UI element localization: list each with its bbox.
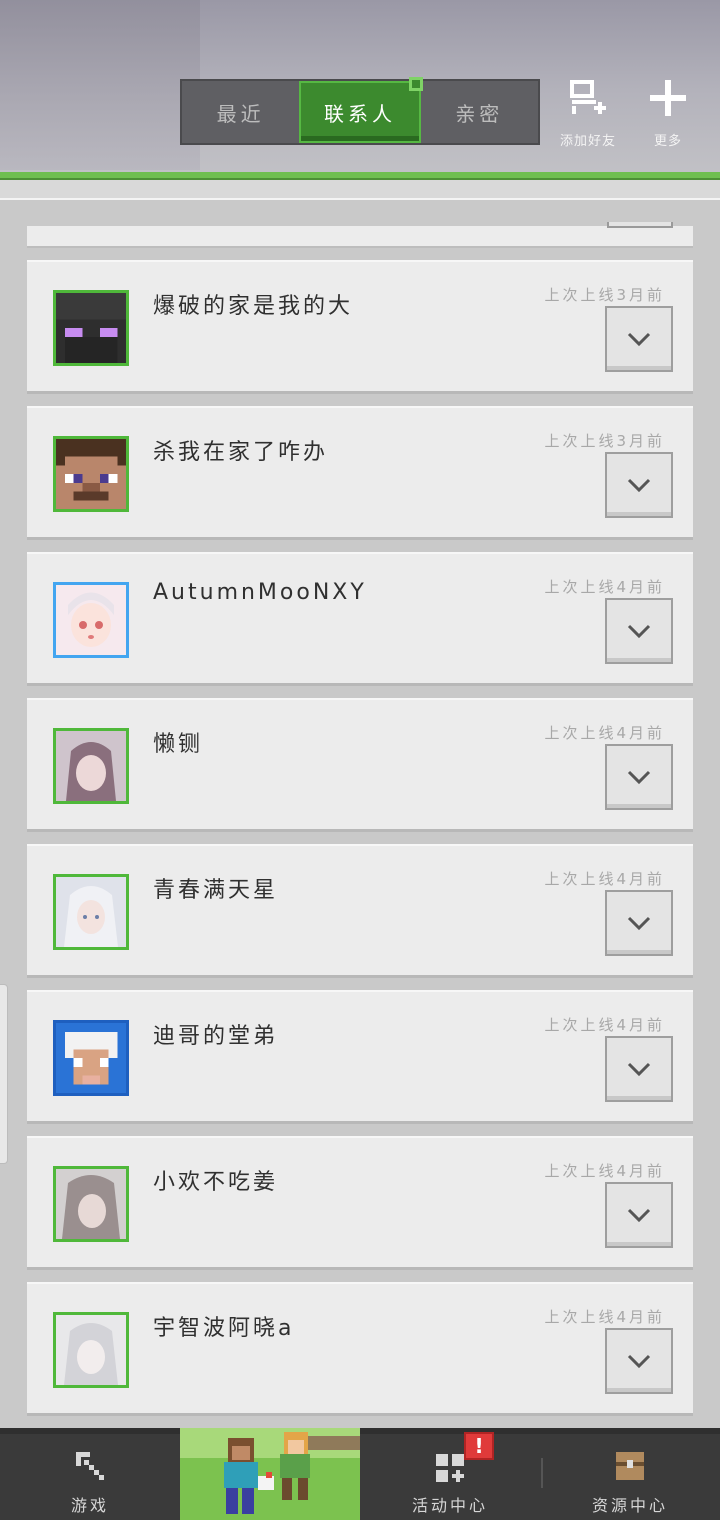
- contact-card[interactable]: 懒铡 上次上线4月前: [27, 698, 693, 832]
- expand-dropdown-button[interactable]: [605, 1036, 673, 1102]
- contact-name: 小欢不吃姜: [153, 1170, 279, 1195]
- chevron-down-icon: [627, 770, 651, 785]
- tab-contacts[interactable]: 联系人: [299, 77, 423, 143]
- last-online-status: 上次上线3月前: [544, 286, 665, 304]
- tab-contacts-label: 联系人: [323, 101, 396, 126]
- contact-name: 迪哥的堂弟: [153, 1024, 279, 1049]
- contact-card-partial: [27, 222, 693, 248]
- last-online-status: 上次上线4月前: [544, 870, 665, 888]
- add-friend-icon: [568, 78, 608, 118]
- last-online-status: 上次上线4月前: [544, 578, 665, 596]
- chevron-down-icon: [627, 1062, 651, 1077]
- expand-dropdown-button[interactable]: [605, 598, 673, 664]
- chevron-down-icon: [627, 478, 651, 493]
- pickaxe-icon: [70, 1446, 110, 1486]
- enderman-icon: [53, 290, 129, 366]
- side-drawer-handle[interactable]: [0, 984, 8, 1164]
- add-friend-label: 添加好友: [559, 134, 616, 149]
- contact-card[interactable]: 青春满天星 上次上线4月前: [27, 844, 693, 978]
- chevron-down-icon: [627, 332, 651, 347]
- tab-recent[interactable]: 最近: [182, 81, 299, 143]
- alert-badge-icon: !: [464, 1432, 494, 1460]
- tab-intimate[interactable]: 亲密: [421, 81, 538, 143]
- dropdown-button-partial: [607, 222, 673, 228]
- contact-list[interactable]: 爆破的家是我的大 上次上线3月前 杀我在家了咋办 上次上线3月前 AutumnM…: [0, 200, 720, 1428]
- anime-girl-icon: [53, 582, 129, 658]
- bottom-nav: 游戏 ! 活动中心 资源中心: [0, 1428, 720, 1520]
- more-label: 更多: [653, 134, 682, 149]
- header-underbar: [0, 180, 720, 200]
- nav-resource-center[interactable]: 资源中心: [540, 1434, 720, 1520]
- contact-name: 懒铡: [153, 732, 204, 757]
- expand-dropdown-button[interactable]: [605, 744, 673, 810]
- contact-card[interactable]: 爆破的家是我的大 上次上线3月前: [27, 260, 693, 394]
- tab-notch-decoration: [408, 77, 423, 91]
- last-online-status: 上次上线4月前: [544, 724, 665, 742]
- contact-name: 青春满天星: [153, 878, 279, 903]
- contact-name: 爆破的家是我的大: [153, 294, 354, 319]
- expand-dropdown-button[interactable]: [605, 1328, 673, 1394]
- contact-card[interactable]: 小欢不吃姜 上次上线4月前: [27, 1136, 693, 1270]
- last-online-status: 上次上线4月前: [544, 1308, 665, 1326]
- last-online-status: 上次上线3月前: [544, 432, 665, 450]
- steve-icon: [53, 436, 129, 512]
- anime-portrait-icon: [53, 1166, 129, 1242]
- last-online-status: 上次上线4月前: [544, 1162, 665, 1180]
- contact-tabs: 最近 联系人 亲密: [180, 77, 540, 145]
- plus-icon: [648, 78, 688, 118]
- chevron-down-icon: [627, 1208, 651, 1223]
- expand-dropdown-button[interactable]: [605, 890, 673, 956]
- expand-dropdown-button[interactable]: [605, 306, 673, 372]
- anime-portrait-icon: [53, 874, 129, 950]
- chest-icon: [610, 1446, 650, 1486]
- expand-dropdown-button[interactable]: [605, 1182, 673, 1248]
- chevron-down-icon: [627, 1354, 651, 1369]
- nav-activity-center[interactable]: ! 活动中心: [360, 1432, 540, 1520]
- nav-activity-label: 活动中心: [411, 1496, 488, 1515]
- activity-icon: !: [430, 1432, 494, 1486]
- more-button[interactable]: 更多: [629, 78, 707, 150]
- nav-games-label: 游戏: [70, 1496, 109, 1515]
- top-header: 最近 联系人 亲密 添加好友 更多: [0, 0, 720, 200]
- anime-portrait-icon: [53, 728, 129, 804]
- last-online-status: 上次上线4月前: [544, 1016, 665, 1034]
- contact-card[interactable]: 迪哥的堂弟 上次上线4月前: [27, 990, 693, 1124]
- nav-games[interactable]: 游戏: [0, 1434, 180, 1520]
- contact-card[interactable]: 杀我在家了咋办 上次上线3月前: [27, 406, 693, 540]
- contact-name: 宇智波阿晓a: [153, 1316, 295, 1341]
- add-friend-button[interactable]: 添加好友: [549, 78, 627, 150]
- chevron-down-icon: [627, 916, 651, 931]
- sheep-icon: [53, 1020, 129, 1096]
- contact-card[interactable]: AutumnMooNXY 上次上线4月前: [27, 552, 693, 686]
- contact-card[interactable]: 宇智波阿晓a 上次上线4月前: [27, 1282, 693, 1416]
- contact-name: AutumnMooNXY: [153, 580, 367, 605]
- expand-dropdown-button[interactable]: [605, 452, 673, 518]
- header-divider: [0, 172, 720, 180]
- banner-image[interactable]: [180, 1428, 360, 1520]
- header-background: [0, 0, 200, 170]
- chevron-down-icon: [627, 624, 651, 639]
- contact-name: 杀我在家了咋办: [153, 440, 329, 465]
- nav-resource-label: 资源中心: [591, 1496, 668, 1515]
- anime-portrait-icon: [53, 1312, 129, 1388]
